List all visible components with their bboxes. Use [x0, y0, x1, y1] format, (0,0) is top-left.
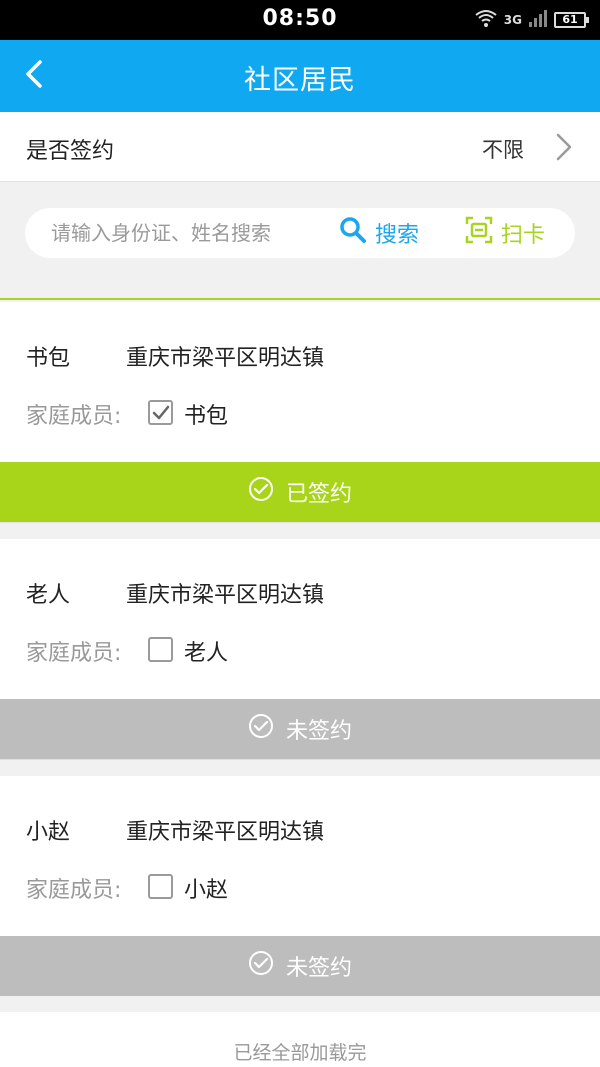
family-member-checkbox[interactable]	[148, 874, 173, 899]
check-circle-icon	[248, 476, 274, 508]
family-label: 家庭成员:	[26, 641, 122, 666]
status-icons: 3G 61	[474, 8, 589, 32]
search-button-label: 搜索	[375, 223, 420, 248]
sign-status-label: 未签约	[285, 956, 352, 981]
battery-icon: 61	[554, 12, 589, 28]
card-divider	[0, 759, 600, 777]
sign-status-button[interactable]: 已签约	[0, 462, 600, 522]
family-member-name: 书包	[184, 404, 229, 429]
wifi-icon	[474, 8, 498, 32]
signal-icon	[528, 8, 548, 32]
check-circle-icon	[248, 713, 274, 745]
resident-address: 重庆市梁平区明达镇	[126, 346, 325, 371]
page-title: 社区居民	[244, 65, 356, 96]
sign-status-button[interactable]: 未签约	[0, 699, 600, 759]
search-input[interactable]	[51, 217, 341, 249]
family-member-checkbox[interactable]	[148, 637, 173, 662]
status-bar: 08:50 3G 61	[0, 0, 600, 40]
network-label: 3G	[503, 13, 522, 27]
resident-name: 书包	[26, 346, 71, 371]
check-circle-icon	[248, 950, 274, 982]
sign-status-label: 已签约	[285, 482, 352, 507]
filter-value: 不限	[482, 138, 524, 162]
resident-address: 重庆市梁平区明达镇	[126, 820, 325, 845]
resident-name: 老人	[26, 583, 71, 608]
resident-card[interactable]: 小赵 重庆市梁平区明达镇 家庭成员: 小赵 未签约	[0, 776, 600, 996]
resident-address: 重庆市梁平区明达镇	[126, 583, 325, 608]
search-icon	[339, 216, 367, 250]
search-area: 搜索 扫卡	[0, 183, 600, 300]
sign-filter-row[interactable]: 是否签约 不限	[0, 112, 600, 182]
resident-card[interactable]: 书包 重庆市梁平区明达镇 家庭成员: 书包 已签约	[0, 302, 600, 522]
search-box: 搜索 扫卡	[25, 208, 575, 258]
family-member-name: 老人	[184, 641, 229, 666]
card-divider	[0, 522, 600, 540]
family-member-checkbox[interactable]	[148, 400, 173, 425]
family-member-name: 小赵	[184, 878, 229, 903]
family-label: 家庭成员:	[26, 404, 122, 429]
family-label: 家庭成员:	[26, 878, 122, 903]
search-button[interactable]: 搜索	[339, 216, 419, 250]
sign-status-button[interactable]: 未签约	[0, 936, 600, 996]
sign-status-label: 未签约	[285, 719, 352, 744]
resident-card[interactable]: 老人 重庆市梁平区明达镇 家庭成员: 老人 未签约	[0, 539, 600, 759]
checkmark-icon	[152, 405, 170, 420]
resident-name: 小赵	[26, 820, 71, 845]
scan-card-label: 扫卡	[501, 223, 546, 248]
nav-bar: 社区居民	[0, 40, 600, 112]
chevron-right-icon	[550, 131, 576, 163]
scan-card-icon	[465, 216, 493, 250]
filter-label: 是否签约	[26, 139, 115, 164]
load-complete-footer: 已经全部加载完	[0, 1012, 600, 1067]
scan-card-button[interactable]: 扫卡	[465, 216, 545, 250]
